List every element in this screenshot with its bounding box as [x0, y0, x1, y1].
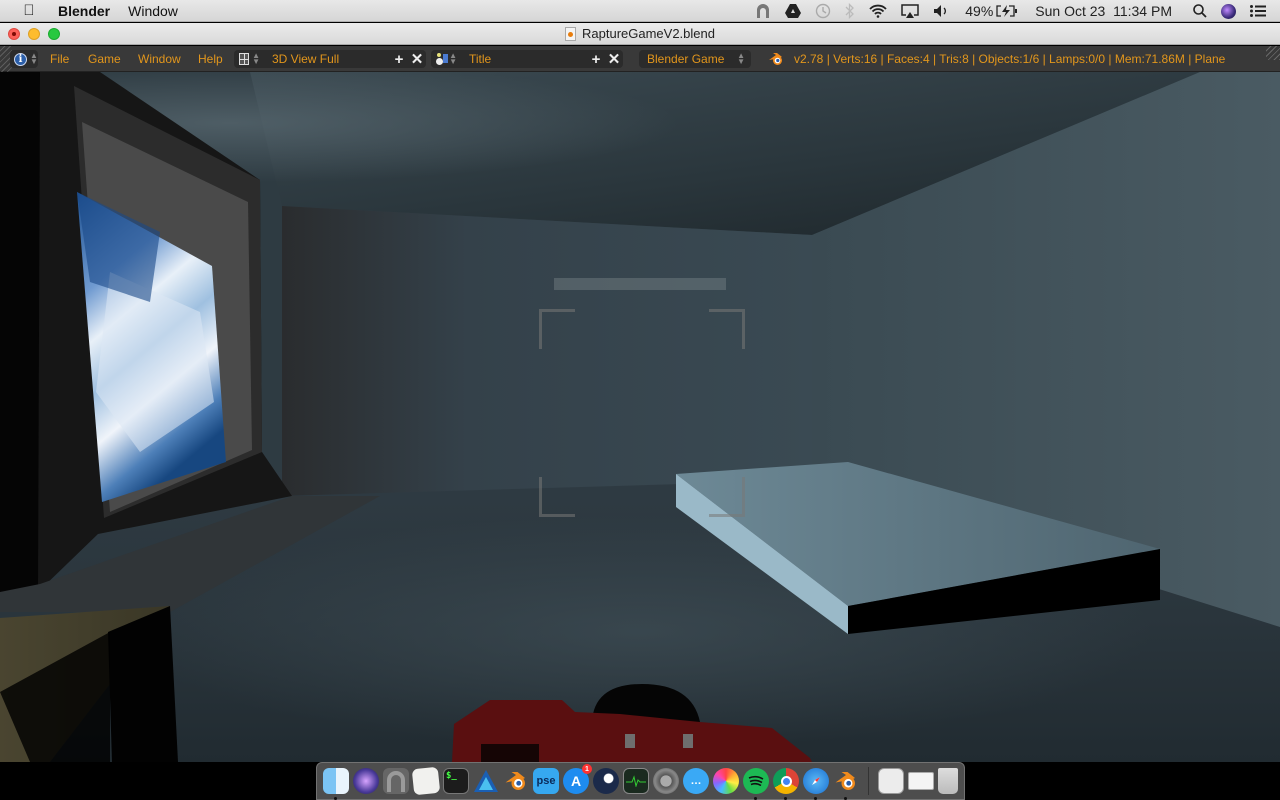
dock-spotify-icon[interactable] [743, 768, 769, 800]
pse-label: pse [536, 775, 556, 787]
screen-layout-selector[interactable]: ▲ ▼ 3D View Full + ✕ [234, 50, 426, 68]
dropdown-arrows-icon: ▲ ▼ [737, 51, 745, 66]
hud-reticle-corner [539, 309, 575, 349]
airplay-icon[interactable] [901, 3, 919, 19]
wifi-icon[interactable] [869, 4, 887, 18]
blend-file-icon [565, 26, 576, 41]
add-scene-button[interactable]: + [587, 51, 605, 68]
hud-reticle-corner [709, 309, 745, 349]
menu-app-name[interactable]: Blender [58, 3, 110, 19]
blender-logo-icon [768, 52, 784, 66]
app-store-badge: 1 [582, 764, 592, 774]
google-drive-icon[interactable] [785, 4, 802, 18]
info-editor-icon: i [14, 52, 27, 66]
scene-selector[interactable]: ▲ ▼ Title + ✕ [431, 50, 623, 68]
add-screen-button[interactable]: + [390, 51, 408, 68]
menu-status-area: 49% Sun Oct 23 11:34 PM [748, 0, 1280, 22]
spotlight-search-icon[interactable] [1193, 4, 1207, 18]
left-wall [0, 72, 40, 602]
dock-tunnelblick-icon[interactable] [383, 768, 409, 794]
menu-window[interactable]: Window [128, 3, 178, 19]
dock-siri-icon[interactable] [353, 768, 379, 794]
weapon-vent [481, 744, 539, 762]
dock-app-store-icon[interactable]: A1 [563, 764, 592, 794]
dock-chrome-apps-stack-icon[interactable] [908, 772, 934, 790]
render-engine-dropdown[interactable]: Blender Game ▲ ▼ [639, 50, 751, 68]
dock-documents-stack-icon[interactable] [878, 768, 904, 794]
editor-type-selector[interactable]: i ▲ ▼ [10, 50, 38, 68]
weapon-light-right [683, 734, 693, 748]
dock-blender-running-icon[interactable] [833, 768, 859, 800]
scene-statistics: v2.78 | Verts:16 | Faces:4 | Tris:8 | Ob… [794, 52, 1226, 66]
delete-screen-button[interactable]: ✕ [408, 50, 426, 68]
dock-safari-icon[interactable] [803, 768, 829, 800]
battery-percent[interactable]: 49% [965, 3, 993, 19]
window-title-bar: RaptureGameV2.blend [0, 23, 1280, 45]
dock-separator [868, 767, 869, 795]
render-engine-value: Blender Game [647, 52, 725, 66]
back-wall [282, 206, 812, 496]
game-viewport[interactable] [0, 72, 1280, 762]
macos-dock: $_ pse A1 … [316, 762, 965, 800]
dock-system-preferences-icon[interactable] [653, 768, 679, 794]
dock-photoshop-elements-icon[interactable]: pse [533, 768, 559, 794]
dock-messages-icon[interactable]: … [683, 768, 709, 794]
window-fullscreen-button[interactable] [48, 28, 60, 40]
volume-icon[interactable] [933, 4, 951, 18]
apple-menu-icon[interactable]:  [18, 2, 40, 19]
game-scene [0, 72, 1280, 762]
dock-photos-icon[interactable] [713, 768, 739, 794]
dock-trash-icon[interactable] [938, 768, 958, 794]
desk-leg [108, 606, 178, 762]
blender-info-header: i ▲ ▼ File Game Window Help ▲ ▼ 3D View Fu… [0, 46, 1280, 72]
window-minimize-button[interactable] [28, 28, 40, 40]
menu-window[interactable]: Window [138, 52, 181, 66]
time-machine-icon[interactable] [815, 3, 831, 19]
hud-reticle-corner [709, 477, 745, 517]
screen-layout-name[interactable]: 3D View Full [260, 52, 390, 66]
dock-steam-icon[interactable] [593, 768, 619, 794]
menu-help[interactable]: Help [198, 52, 223, 66]
dock-chrome-icon[interactable] [773, 768, 799, 800]
hud-reticle-corner [539, 477, 575, 517]
dock-textedit-icon[interactable] [411, 766, 441, 796]
tunnelblick-icon[interactable] [755, 3, 771, 19]
hud-health-bar [554, 278, 726, 290]
scene-icon[interactable]: ▲ ▼ [431, 52, 457, 66]
delete-scene-button[interactable]: ✕ [605, 50, 623, 68]
dock-activity-monitor-icon[interactable] [623, 768, 649, 794]
weapon-light-left [625, 734, 635, 748]
dock-affinity-designer-icon[interactable] [473, 768, 499, 794]
dock-terminal-icon[interactable]: $_ [443, 768, 469, 794]
dock-blender-icon[interactable] [503, 768, 529, 794]
clock-datetime[interactable]: Sun Oct 23 11:34 PM [1035, 3, 1172, 19]
menu-file[interactable]: File [50, 52, 69, 66]
window-controls [8, 28, 60, 40]
macos-menu-bar:  Blender Window 49% Sun Oct 23 11:34 PM [0, 0, 1280, 22]
window-title: RaptureGameV2.blend [582, 26, 715, 41]
dock-finder-icon[interactable] [323, 768, 349, 800]
notification-center-icon[interactable] [1250, 5, 1266, 17]
battery-charging-icon[interactable] [996, 5, 1018, 17]
window-close-button[interactable] [8, 28, 20, 40]
dropdown-arrows-icon: ▲ ▼ [30, 51, 38, 66]
area-split-handle-right[interactable] [1266, 46, 1280, 60]
scene-name[interactable]: Title [457, 52, 587, 66]
screen-layout-icon[interactable]: ▲ ▼ [234, 52, 260, 66]
siri-icon[interactable] [1221, 3, 1236, 19]
menu-game[interactable]: Game [88, 52, 121, 66]
bluetooth-icon[interactable] [845, 3, 855, 19]
